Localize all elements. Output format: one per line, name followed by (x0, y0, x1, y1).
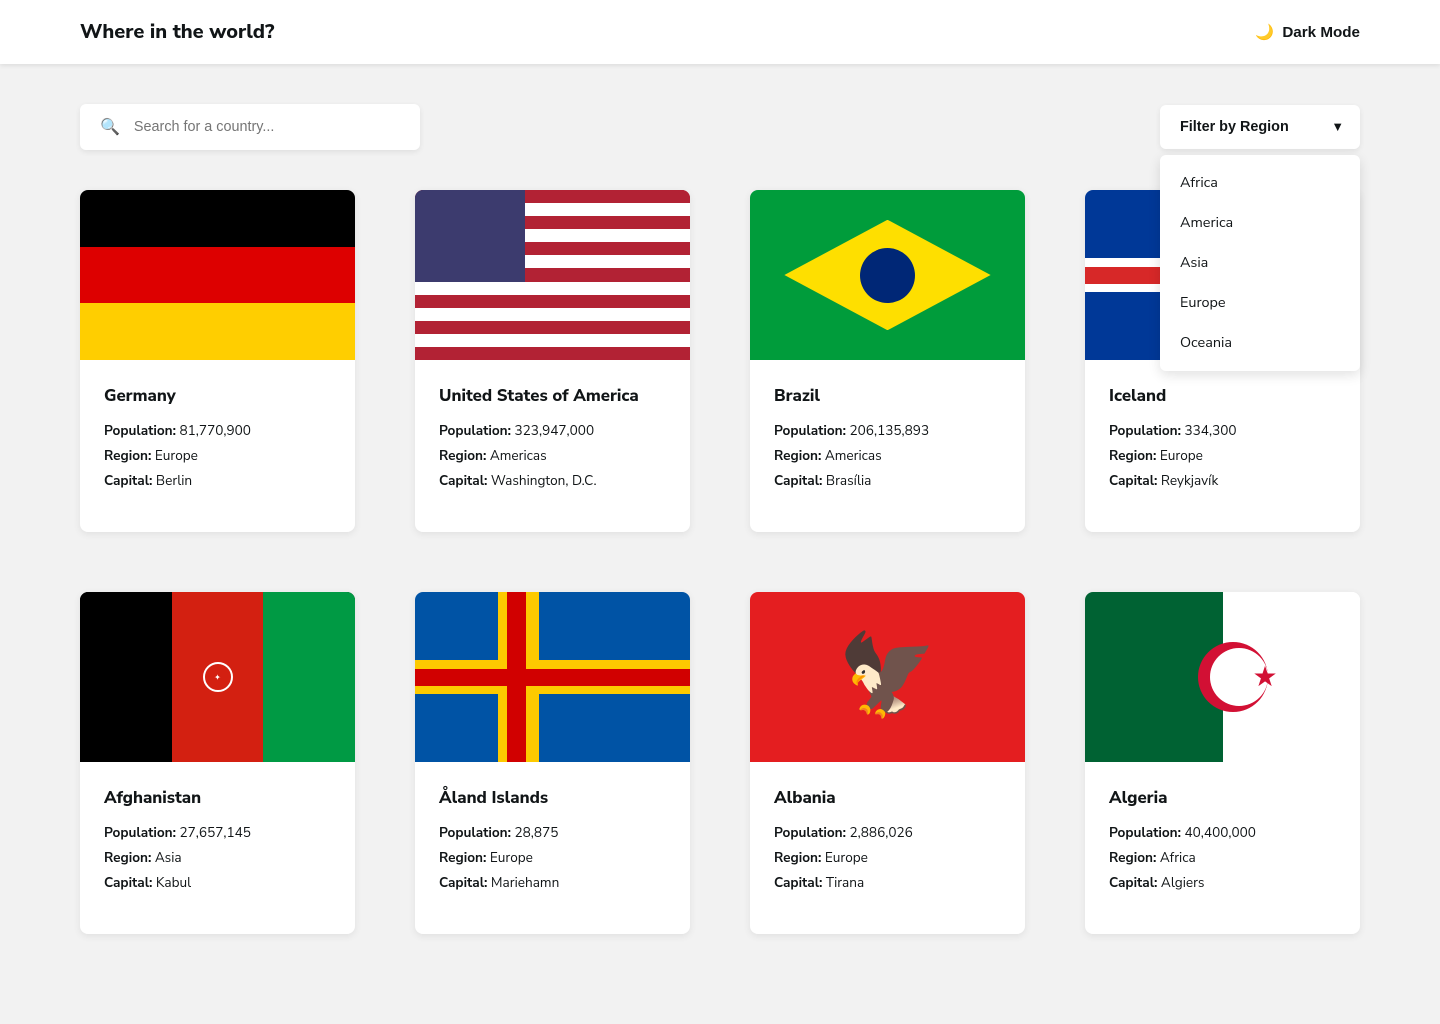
main-content: 🔍 Filter by Region Africa America Asia E… (0, 64, 1440, 974)
flag-germany (80, 190, 355, 360)
dropdown-menu: Africa America Asia Europe Oceania (1160, 155, 1360, 371)
country-card-afghanistan[interactable]: ✦ Afghanistan Population: 27,657,145 Reg… (80, 592, 355, 934)
search-input[interactable] (134, 119, 400, 135)
region-detail: Region: Americas (439, 446, 666, 465)
country-name: Brazil (774, 384, 1001, 407)
capital-detail: Capital: Mariehamn (439, 873, 666, 892)
capital-detail: Capital: Algiers (1109, 873, 1336, 892)
country-card-algeria[interactable]: ★ Algeria Population: 40,400,000 Region:… (1085, 592, 1360, 934)
card-info-iceland: Iceland Population: 334,300 Region: Euro… (1085, 360, 1360, 532)
country-name: Algeria (1109, 786, 1336, 809)
moon-icon: 🌙 (1255, 23, 1274, 41)
population-detail: Population: 206,135,893 (774, 421, 1001, 440)
dropdown-item-america[interactable]: America (1160, 203, 1360, 243)
search-icon: 🔍 (100, 116, 120, 138)
capital-detail: Capital: Brasília (774, 471, 1001, 490)
country-name: Afghanistan (104, 786, 331, 809)
flag-aland (415, 592, 690, 762)
flag-algeria: ★ (1085, 592, 1360, 762)
filter-select[interactable]: Filter by Region Africa America Asia Eur… (1160, 105, 1360, 149)
emblem-icon: ✦ (203, 662, 233, 692)
capital-detail: Capital: Kabul (104, 873, 331, 892)
capital-detail: Capital: Tirana (774, 873, 1001, 892)
country-card-aland[interactable]: Åland Islands Population: 28,875 Region:… (415, 592, 690, 934)
dark-mode-label: Dark Mode (1282, 24, 1360, 41)
card-info-brazil: Brazil Population: 206,135,893 Region: A… (750, 360, 1025, 532)
dropdown-item-europe[interactable]: Europe (1160, 283, 1360, 323)
country-card-usa[interactable]: United States of America Population: 323… (415, 190, 690, 532)
country-name: Åland Islands (439, 786, 666, 809)
capital-detail: Capital: Washington, D.C. (439, 471, 666, 490)
country-name: Iceland (1109, 384, 1336, 407)
population-detail: Population: 81,770,900 (104, 421, 331, 440)
country-name: United States of America (439, 384, 666, 407)
region-detail: Region: Asia (104, 848, 331, 867)
population-detail: Population: 28,875 (439, 823, 666, 842)
capital-detail: Capital: Berlin (104, 471, 331, 490)
flag-afghanistan: ✦ (80, 592, 355, 762)
dropdown-item-oceania[interactable]: Oceania (1160, 323, 1360, 363)
dropdown-item-asia[interactable]: Asia (1160, 243, 1360, 283)
card-info-usa: United States of America Population: 323… (415, 360, 690, 532)
card-info-afghanistan: Afghanistan Population: 27,657,145 Regio… (80, 762, 355, 934)
region-detail: Region: Europe (439, 848, 666, 867)
region-detail: Region: Europe (774, 848, 1001, 867)
dark-mode-button[interactable]: 🌙 Dark Mode (1255, 23, 1360, 41)
card-info-algeria: Algeria Population: 40,400,000 Region: A… (1085, 762, 1360, 934)
population-detail: Population: 323,947,000 (439, 421, 666, 440)
capital-detail: Capital: Reykjavík (1109, 471, 1336, 490)
population-detail: Population: 27,657,145 (104, 823, 331, 842)
site-title: Where in the world? (80, 19, 274, 46)
card-info-aland: Åland Islands Population: 28,875 Region:… (415, 762, 690, 934)
flag-albania: 🦅 (750, 592, 1025, 762)
country-card-albania[interactable]: 🦅 Albania Population: 2,886,026 Region: … (750, 592, 1025, 934)
region-detail: Region: Europe (1109, 446, 1336, 465)
header: Where in the world? 🌙 Dark Mode (0, 0, 1440, 64)
population-detail: Population: 40,400,000 (1109, 823, 1336, 842)
controls-bar: 🔍 Filter by Region Africa America Asia E… (80, 104, 1360, 150)
region-detail: Region: Americas (774, 446, 1001, 465)
eagle-icon: 🦅 (838, 637, 938, 717)
region-detail: Region: Africa (1109, 848, 1336, 867)
flag-brazil (750, 190, 1025, 360)
flag-usa (415, 190, 690, 360)
country-name: Albania (774, 786, 1001, 809)
country-card-brazil[interactable]: Brazil Population: 206,135,893 Region: A… (750, 190, 1025, 532)
dropdown-item-africa[interactable]: Africa (1160, 163, 1360, 203)
filter-wrapper: Filter by Region Africa America Asia Eur… (1160, 105, 1360, 149)
card-info-germany: Germany Population: 81,770,900 Region: E… (80, 360, 355, 532)
country-card-germany[interactable]: Germany Population: 81,770,900 Region: E… (80, 190, 355, 532)
population-detail: Population: 2,886,026 (774, 823, 1001, 842)
region-detail: Region: Europe (104, 446, 331, 465)
search-box: 🔍 (80, 104, 420, 150)
country-name: Germany (104, 384, 331, 407)
population-detail: Population: 334,300 (1109, 421, 1336, 440)
card-info-albania: Albania Population: 2,886,026 Region: Eu… (750, 762, 1025, 934)
